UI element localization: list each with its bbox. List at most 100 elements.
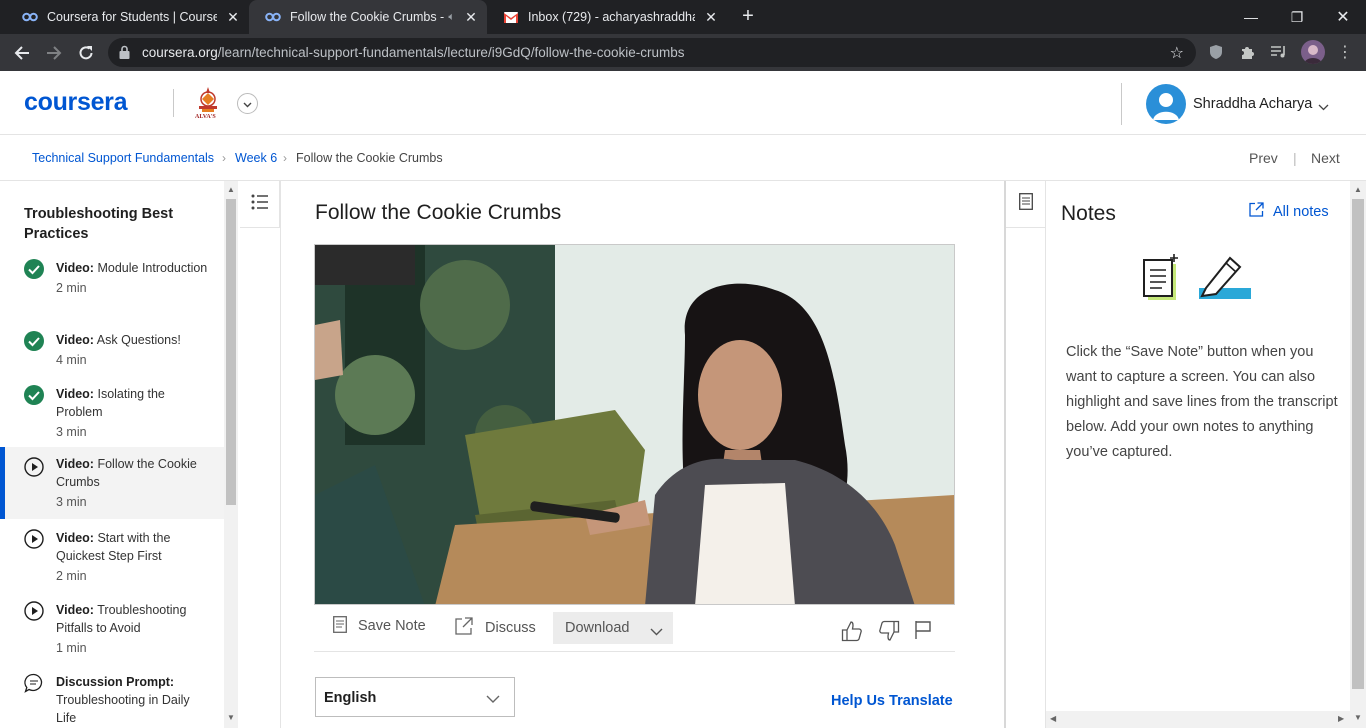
close-tab-icon[interactable]: ✕ xyxy=(225,9,241,26)
institution-dropdown[interactable] xyxy=(237,93,258,114)
sidebar-scrollbar[interactable]: ▲ ▼ xyxy=(224,181,238,728)
user-name[interactable]: Shraddha Acharya xyxy=(1193,96,1312,112)
outline-toggle-button[interactable] xyxy=(240,181,280,228)
prev-link[interactable]: Prev xyxy=(1249,150,1278,166)
notes-icon xyxy=(1018,193,1033,215)
breadcrumb-separator-icon: › xyxy=(222,151,226,165)
shield-extension-icon[interactable] xyxy=(1205,41,1227,63)
chevron-down-icon xyxy=(650,624,663,640)
notes-divider xyxy=(1045,181,1046,728)
list-item-current[interactable]: Video: Follow the Cookie Crumbs 3 min xyxy=(0,447,224,519)
browser-tab-coursera-students[interactable]: Coursera for Students | Coursera ✕ xyxy=(6,0,249,34)
browser-tab-cookie-crumbs[interactable]: Follow the Cookie Crumbs - C 🔈︎ ✕ xyxy=(249,0,487,34)
coursera-logo[interactable]: coursera xyxy=(24,88,128,117)
back-arrow-icon[interactable] xyxy=(9,40,35,66)
item-type: Video: xyxy=(56,387,94,401)
notes-toggle-button[interactable] xyxy=(1006,181,1046,228)
site-header: coursera ALVA'S Shraddha Acharya xyxy=(0,71,1366,135)
thumbs-down-icon[interactable] xyxy=(878,620,900,642)
list-item[interactable]: Video: Ask Questions! 4 min xyxy=(0,331,224,367)
download-label: Download xyxy=(565,620,630,636)
scroll-down-icon[interactable]: ▼ xyxy=(227,713,235,722)
breadcrumb-course[interactable]: Technical Support Fundamentals xyxy=(32,151,214,165)
url-text: coursera.org/learn/technical-support-fun… xyxy=(142,45,685,60)
chevron-down-icon[interactable] xyxy=(1318,98,1329,116)
user-avatar[interactable] xyxy=(1146,84,1186,124)
notes-horizontal-scrollbar[interactable]: ◀ ▶ xyxy=(1046,711,1350,728)
item-duration: 3 min xyxy=(56,425,87,439)
close-tab-icon[interactable]: ✕ xyxy=(703,9,719,26)
list-item[interactable]: Video: Isolating the Problem 3 min xyxy=(0,385,224,439)
browser-menu-icon[interactable]: ⋮ xyxy=(1334,41,1356,63)
scroll-right-icon[interactable]: ▶ xyxy=(1338,714,1344,723)
item-text: Video: Isolating the Problem 3 min xyxy=(56,385,211,441)
discussion-bubble-icon xyxy=(24,673,44,693)
breadcrumb-week[interactable]: Week 6 xyxy=(235,151,277,165)
speaker-icon[interactable]: 🔈︎ xyxy=(448,11,455,24)
next-link[interactable]: Next xyxy=(1311,150,1340,166)
all-notes-link[interactable]: All notes xyxy=(1249,202,1329,221)
alvas-logo[interactable]: ALVA'S xyxy=(193,85,223,121)
list-item[interactable]: Video: Troubleshooting Pitfalls to Avoid… xyxy=(0,601,224,655)
flag-icon[interactable] xyxy=(914,620,936,642)
language-select[interactable]: English xyxy=(315,677,515,717)
extensions-puzzle-icon[interactable] xyxy=(1236,41,1258,63)
item-duration: 3 min xyxy=(56,495,87,509)
notes-title: Notes xyxy=(1061,202,1116,225)
video-actions-bar: Save Note Discuss Download xyxy=(314,608,955,652)
breadcrumb: Technical Support Fundamentals › Week 6 … xyxy=(0,136,1366,181)
browser-tab-inbox[interactable]: Inbox (729) - acharyashraddha30 ✕ xyxy=(487,0,727,34)
close-tab-icon[interactable]: ✕ xyxy=(463,9,479,26)
browser-toolbar: coursera.org/learn/technical-support-fun… xyxy=(0,34,1366,71)
item-type: Video: xyxy=(56,261,94,275)
item-type: Video: xyxy=(56,531,94,545)
list-item[interactable]: Discussion Prompt: Troubleshooting in Da… xyxy=(0,673,224,728)
video-frame-image xyxy=(315,245,954,604)
lock-icon xyxy=(119,45,130,64)
scroll-left-icon[interactable]: ◀ xyxy=(1050,714,1056,723)
notes-scroll-thumb[interactable] xyxy=(1352,199,1364,689)
video-player[interactable] xyxy=(314,244,955,605)
list-item[interactable]: Video: Start with the Quickest Step Firs… xyxy=(0,529,224,583)
item-duration: 2 min xyxy=(56,569,87,583)
chevron-down-icon xyxy=(243,95,252,113)
help-us-translate-link[interactable]: Help Us Translate xyxy=(831,693,953,709)
lecture-title: Follow the Cookie Crumbs xyxy=(315,201,562,224)
discuss-button[interactable]: Discuss xyxy=(455,610,536,646)
profile-avatar-icon[interactable] xyxy=(1301,40,1325,64)
close-window-icon[interactable]: ✕ xyxy=(1320,0,1366,34)
reload-icon[interactable] xyxy=(73,40,99,66)
item-type: Video: xyxy=(56,333,94,347)
new-tab-icon[interactable]: + xyxy=(737,6,759,28)
save-note-button[interactable]: Save Note xyxy=(333,608,426,644)
external-link-icon xyxy=(455,617,473,639)
item-type: Discussion Prompt: xyxy=(56,675,175,689)
address-bar[interactable]: coursera.org/learn/technical-support-fun… xyxy=(108,38,1196,67)
restore-icon[interactable]: ❐ xyxy=(1274,0,1320,34)
bookmark-star-icon[interactable]: ☆ xyxy=(1170,43,1184,63)
check-circle-icon xyxy=(24,385,44,405)
coursera-icon xyxy=(265,9,281,25)
scroll-up-icon[interactable]: ▲ xyxy=(1354,185,1362,194)
coursera-icon xyxy=(22,9,38,25)
scroll-down-icon[interactable]: ▼ xyxy=(1354,713,1362,722)
notes-scrollbar[interactable]: ▲ ▼ xyxy=(1350,181,1366,728)
media-queue-icon[interactable] xyxy=(1268,41,1290,63)
minimize-icon[interactable]: — xyxy=(1228,0,1274,34)
item-duration: 4 min xyxy=(56,353,87,367)
url-host: coursera.org xyxy=(142,45,218,60)
breadcrumb-current: Follow the Cookie Crumbs xyxy=(296,151,443,165)
breadcrumb-separator-icon: › xyxy=(283,151,287,165)
gmail-icon xyxy=(503,9,519,25)
url-path: /learn/technical-support-fundamentals/le… xyxy=(217,45,685,60)
item-title: Troubleshooting in Daily Life xyxy=(56,693,190,725)
item-text: Video: Start with the Quickest Step Firs… xyxy=(56,529,211,585)
scroll-up-icon[interactable]: ▲ xyxy=(227,185,235,194)
download-dropdown[interactable]: Download xyxy=(553,612,673,644)
check-circle-icon xyxy=(24,259,44,279)
list-item[interactable]: Video: Module Introduction 2 min xyxy=(0,259,224,311)
sidebar-scroll-thumb[interactable] xyxy=(226,199,236,505)
thumbs-up-icon[interactable] xyxy=(841,620,863,642)
item-type: Video: xyxy=(56,457,94,471)
forward-arrow-icon[interactable] xyxy=(41,40,67,66)
